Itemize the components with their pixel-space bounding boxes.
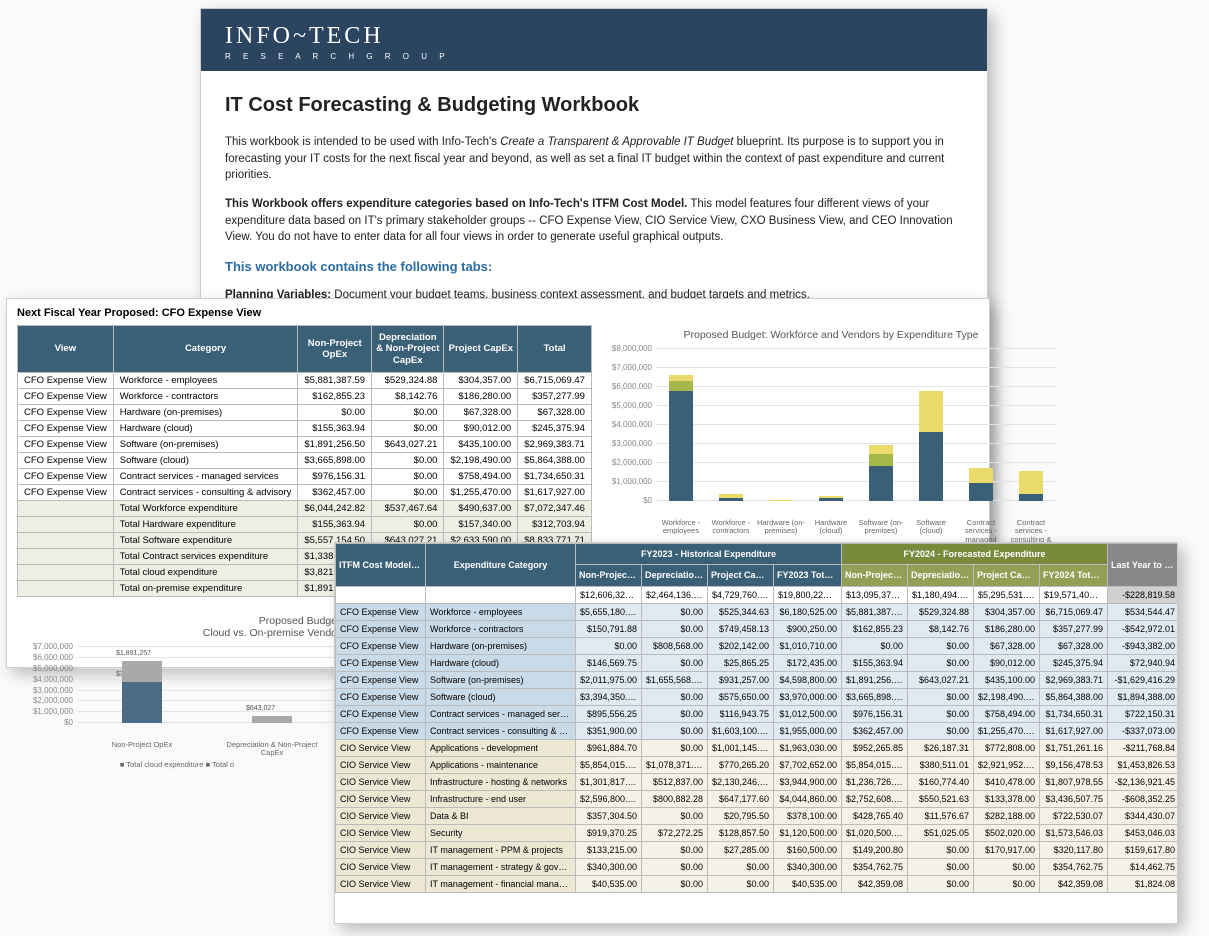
doc-p2: This Workbook offers expenditure categor…: [225, 196, 963, 246]
mini-legend: ■ Total cloud expenditure ■ Total o: [17, 760, 337, 769]
doc-title: IT Cost Forecasting & Budgeting Workbook: [225, 91, 963, 120]
table-row: CIO Service ViewApplications - developme…: [336, 739, 1179, 756]
table-row: CFO Expense ViewHardware (cloud)$146,569…: [336, 654, 1179, 671]
mini-title-b: Cloud vs. On-premise Vendo: [203, 627, 337, 639]
h-grp-hist: FY2023 - Historical Expenditure: [576, 544, 842, 565]
table-row: CFO Expense ViewContract services - mana…: [18, 469, 592, 485]
brand-subtitle: R E S E A R C H G R O U P: [225, 52, 963, 61]
wide-table: ITFM Cost Model View Expenditure Categor…: [335, 543, 1178, 893]
table-row: CIO Service ViewInfrastructure - hosting…: [336, 773, 1179, 790]
table-row: Total Workforce expenditure$6,044,242.82…: [18, 501, 592, 517]
tabs-heading: This workbook contains the following tab…: [225, 258, 963, 277]
h-variance: Last Year to Next Year Variance ($): [1108, 544, 1178, 587]
table-row: CFO Expense ViewSoftware (cloud)$3,394,3…: [336, 688, 1179, 705]
table-row: CFO Expense ViewContract services - cons…: [336, 722, 1179, 739]
table-row: CFO Expense ViewSoftware (cloud)$3,665,8…: [18, 453, 592, 469]
mini-chart: $0$1,000,000$2,000,000$3,000,000$4,000,0…: [17, 647, 337, 741]
doc-p1: This workbook is intended to be used wit…: [225, 134, 963, 184]
table-row: CFO Expense ViewHardware (on-premises)$0…: [18, 405, 592, 421]
table-row: CFO Expense ViewContract services - mana…: [336, 705, 1179, 722]
chart-bar: [719, 494, 743, 501]
mini-title-a: Proposed Budge: [259, 615, 337, 627]
h-grp-fcst: FY2024 - Forecasted Expenditure: [842, 544, 1108, 565]
h-view: ITFM Cost Model View: [336, 544, 426, 587]
chart1: $0$1,000,000$2,000,000$3,000,000$4,000,0…: [606, 349, 1056, 519]
brand-header: INFO~TECH R E S E A R C H G R O U P: [201, 9, 987, 71]
table-row: CFO Expense ViewHardware (cloud)$155,363…: [18, 421, 592, 437]
chart-bar: [869, 445, 893, 501]
table-row: $12,606,323.25$2,464,136.00$4,729,760.75…: [336, 586, 1179, 603]
chart-bar: $643,027: [252, 716, 292, 723]
chart-bar: [969, 468, 993, 501]
table-row: CFO Expense ViewWorkforce - employees$5,…: [18, 373, 592, 389]
chart-bar: [769, 500, 793, 501]
table-row: CFO Expense ViewWorkforce - contractors$…: [336, 620, 1179, 637]
chart-bar: $3,821,262$1,891,257: [122, 661, 162, 723]
mini-chart-wrap: Proposed Budge Cloud vs. On-premise Vend…: [17, 615, 337, 769]
table-row: CIO Service ViewData & BI$357,304.50$0.0…: [336, 807, 1179, 824]
chart-bar: [919, 391, 943, 501]
table-row: CIO Service ViewIT management - financia…: [336, 875, 1179, 892]
table-row: CFO Expense ViewSoftware (on-premises)$1…: [18, 437, 592, 453]
table-row: CIO Service ViewIT management - strategy…: [336, 858, 1179, 875]
brand-logo: INFO~TECH: [225, 23, 963, 50]
h-category: Expenditure Category: [426, 544, 576, 587]
table-row: Total Hardware expenditure$155,363.94$0.…: [18, 517, 592, 533]
historical-forecast-panel: ITFM Cost Model View Expenditure Categor…: [334, 542, 1178, 924]
table-row: CFO Expense ViewWorkforce - employees$5,…: [336, 603, 1179, 620]
table-row: CIO Service ViewInfrastructure - end use…: [336, 790, 1179, 807]
table-row: CFO Expense ViewWorkforce - contractors$…: [18, 389, 592, 405]
chart-bar: [669, 375, 693, 501]
cfo-panel-title: Next Fiscal Year Proposed: CFO Expense V…: [17, 307, 979, 319]
table-row: CFO Expense ViewSoftware (on-premises)$2…: [336, 671, 1179, 688]
chart-bar: [1019, 471, 1043, 501]
table-row: CFO Expense ViewHardware (on-premises)$0…: [336, 637, 1179, 654]
table-row: CIO Service ViewIT management - PPM & pr…: [336, 841, 1179, 858]
chart1-title: Proposed Budget: Workforce and Vendors b…: [606, 329, 1056, 341]
table-row: CIO Service ViewSecurity$919,370.25$72,2…: [336, 824, 1179, 841]
table-row: CIO Service ViewApplications - maintenan…: [336, 756, 1179, 773]
table-row: CFO Expense ViewContract services - cons…: [18, 485, 592, 501]
chart-bar: [819, 496, 843, 501]
